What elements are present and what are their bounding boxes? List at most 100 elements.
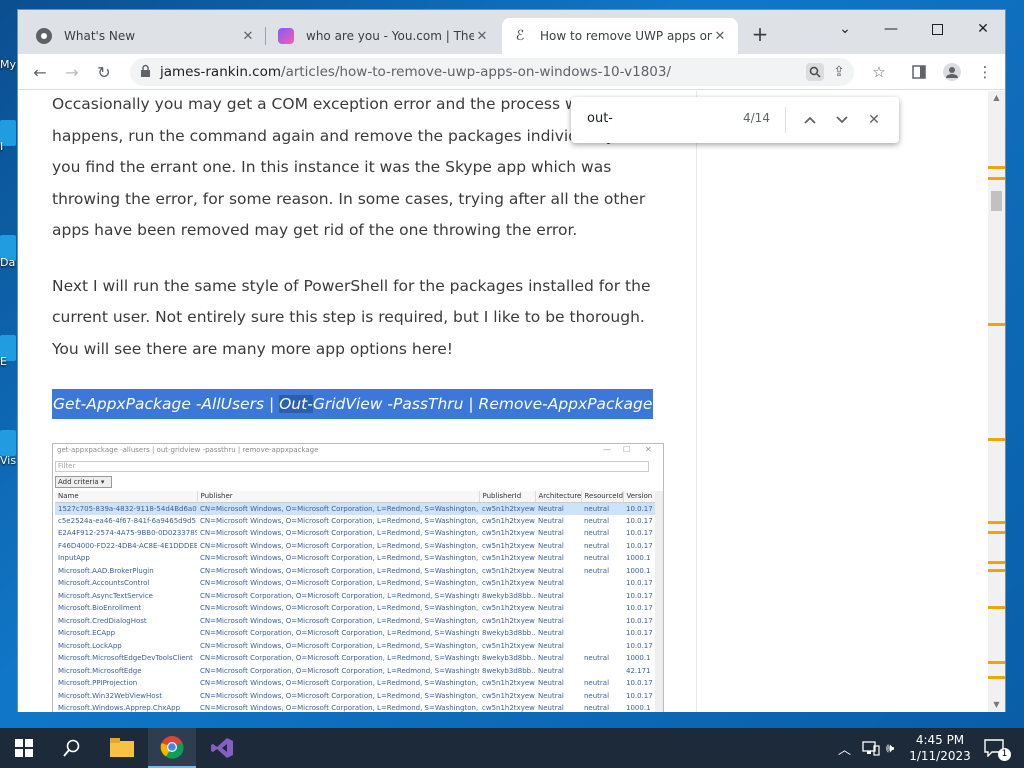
gridview-cell: Neutral — [538, 616, 564, 625]
powershell-code[interactable]: Get-AppxPackage -AllUsers | Out-GridView… — [52, 389, 654, 419]
gridview-cell: 8wekyb3d8bb... — [482, 629, 535, 638]
gridview-cell: neutral — [584, 704, 610, 712]
gridview-cell: Microsoft.CredDialogHost — [58, 616, 147, 625]
volume-icon[interactable]: 🕪 — [886, 728, 894, 768]
tab-whats-new[interactable]: What's New ✕ — [26, 18, 266, 54]
scroll-thumb[interactable] — [991, 191, 1002, 211]
site-icon: ℰ — [515, 28, 525, 44]
gridview-cell: 10.0.17 — [626, 616, 653, 625]
find-input[interactable]: out- — [587, 111, 613, 126]
profile-avatar-icon[interactable] — [940, 60, 964, 84]
scroll-down-icon[interactable]: ▼ — [988, 698, 1005, 712]
gridview-cell: Microsoft.Win32WebViewHost — [58, 691, 162, 700]
scroll-up-icon[interactable]: ▲ — [988, 91, 1005, 105]
menu-icon[interactable]: ⋮ — [973, 60, 997, 84]
gridview-cell: 10.0.17 — [626, 579, 653, 588]
find-match-marker — [988, 177, 1005, 180]
close-tab-icon[interactable]: ✕ — [240, 29, 256, 44]
search-icon — [63, 739, 80, 757]
close-window-icon[interactable]: ✕ — [960, 14, 1006, 44]
forward-icon[interactable]: → — [60, 60, 84, 84]
gridview-cell: Microsoft.AAD.BrokerPlugin — [58, 566, 154, 575]
gridview-cell: Neutral — [538, 691, 564, 700]
bookmark-star-icon[interactable]: ☆ — [867, 60, 891, 84]
gridview-cell: Microsoft.BioEnrollment — [58, 604, 142, 613]
tab-search-icon[interactable]: ⌄ — [822, 14, 868, 44]
gridview-cell: 10.0.17 — [626, 529, 653, 538]
gridview-column-header: Publisher — [197, 491, 480, 503]
gridview-cell: Microsoft.ECApp — [58, 629, 116, 638]
gridview-cell: CN=Microsoft Corporation, O=Microsoft Co… — [200, 591, 479, 600]
minimize-icon[interactable]: — — [868, 14, 914, 44]
notifications-button[interactable]: 1 — [984, 728, 1017, 768]
gridview-cell: cw5n1h2txyewy — [482, 679, 535, 688]
gridview-cell: E2A4F912-2574-4A75-9BB0-0D023378S... — [58, 529, 197, 538]
gridview-cell: 8wekyb3d8bb... — [482, 666, 535, 675]
gridview-cell: CN=Microsoft Windows, O=Microsoft Corpor… — [200, 529, 479, 538]
chrome-taskbar-button[interactable] — [148, 728, 196, 768]
tab-youcom[interactable]: who are you - You.com | The AI S ✕ — [268, 18, 500, 54]
page-scrollbar[interactable]: ▲ ▼ — [988, 91, 1005, 712]
maximize-icon[interactable] — [914, 14, 960, 44]
gridview-cell: Neutral — [538, 629, 564, 638]
gridview-row: Microsoft.LockApp CN=Microsoft Windows, O… — [55, 640, 657, 653]
find-match-marker — [988, 323, 1005, 326]
file-explorer-button[interactable] — [98, 728, 146, 768]
gridview-cell: Neutral — [538, 554, 564, 563]
gridview-cell: 10.0.17 — [626, 641, 653, 650]
url-path: /articles/how-to-remove-uwp-apps-on-wind… — [281, 64, 672, 80]
desktop-icon-label[interactable]: Vis — [0, 454, 18, 467]
chrome-icon — [160, 736, 184, 759]
gridview-cell: CN=Microsoft Windows, O=Microsoft Corpor… — [200, 641, 479, 650]
find-match-marker — [988, 561, 1005, 564]
back-icon[interactable]: ← — [28, 60, 52, 84]
gridview-cell: CN=Microsoft Windows, O=Microsoft Corpor… — [200, 704, 479, 712]
desktop-icon[interactable] — [0, 430, 16, 456]
address-bar[interactable]: james-rankin.com/articles/how-to-remove-… — [130, 58, 854, 86]
find-next-icon[interactable] — [830, 108, 854, 132]
visual-studio-button[interactable] — [198, 728, 246, 768]
url-host: james-rankin.com — [160, 64, 282, 80]
gridview-cell: 42.171 — [626, 666, 651, 675]
find-close-icon[interactable]: ✕ — [862, 108, 886, 132]
search-button[interactable] — [48, 728, 96, 768]
start-button[interactable] — [0, 728, 48, 768]
find-match: Out- — [279, 395, 313, 413]
network-icon[interactable] — [862, 728, 880, 768]
find-match-marker — [988, 569, 1005, 572]
find-in-page-icon[interactable] — [806, 63, 824, 81]
share-icon[interactable]: ⇪ — [830, 63, 848, 81]
find-previous-icon[interactable] — [798, 108, 822, 132]
gridview-row: InputApp CN=Microsoft Windows, O=Microsof… — [55, 552, 657, 565]
new-tab-icon[interactable]: + — [750, 24, 770, 44]
gridview-cell: neutral — [584, 516, 610, 525]
find-count: 4/14 — [743, 111, 770, 125]
visual-studio-icon — [211, 738, 233, 758]
side-panel-icon[interactable] — [907, 60, 931, 84]
show-hidden-icons[interactable]: ︿ — [838, 728, 851, 768]
desktop-icon-label[interactable]: Da — [0, 256, 18, 269]
close-tab-icon[interactable]: ✕ — [712, 29, 728, 44]
desktop-icon-label[interactable]: I — [0, 140, 18, 153]
tab-separator — [265, 27, 266, 45]
gridview-row: Microsoft.AAD.BrokerPlugin CN=Microsoft W… — [55, 565, 657, 578]
gridview-cell: CN=Microsoft Corporation, O=Microsoft Co… — [200, 654, 479, 663]
gridview-cell: CN=Microsoft Windows, O=Microsoft Corpor… — [200, 691, 479, 700]
close-tab-icon[interactable]: ✕ — [474, 29, 490, 44]
paragraph-line: current user. Not entirely sure this ste… — [52, 308, 645, 326]
add-criteria-button: Add criteria ▾ — [55, 476, 112, 488]
gridview-cell: neutral — [584, 529, 610, 538]
gridview-cell: CN=Microsoft Windows, O=Microsoft Corpor… — [200, 679, 479, 688]
paragraph-line: throwing the error, for some reason. In … — [52, 189, 646, 208]
reload-icon[interactable]: ↻ — [92, 60, 116, 84]
gridview-cell: 10.0.17 — [626, 591, 653, 600]
taskbar-clock[interactable]: 4:45 PM 1/11/2023 — [905, 732, 975, 764]
gridview-row: Microsoft.Win32WebViewHost CN=Microsoft W… — [55, 690, 657, 703]
code-suffix: GridView -PassThru | Remove-AppxPackage — [312, 395, 653, 413]
desktop-icon-label[interactable]: E — [0, 355, 18, 368]
desktop-icon-label[interactable]: My — [0, 58, 18, 71]
gridview-cell: Microsoft.PPIProjection — [58, 679, 138, 688]
tab-uwp-article[interactable]: ℰ How to remove UWP apps on W ✕ — [502, 18, 738, 54]
gridview-cell: Neutral — [538, 604, 564, 613]
gridview-cell: 10.0.17 — [623, 502, 657, 515]
